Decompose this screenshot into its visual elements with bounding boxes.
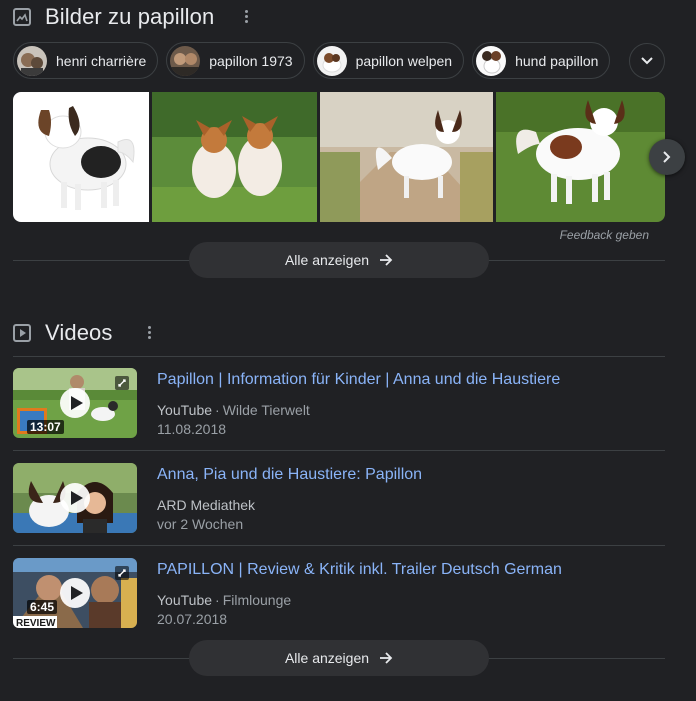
chip-thumbnail (316, 45, 347, 76)
video-thumbnail[interactable]: REVIEW 6:45 (13, 558, 137, 628)
expand-icon (115, 566, 129, 580)
images-section-title: Bilder zu papillon (45, 4, 215, 29)
video-duration: 6:45 (27, 600, 58, 614)
image-result-3[interactable] (319, 92, 493, 222)
videos-section-title: Videos (45, 320, 113, 345)
video-result-3[interactable]: REVIEW 6:45 PAPILLON | Review & Kritik i… (13, 558, 665, 638)
videos-section-header: Videos (13, 317, 112, 349)
chip-papillon-welpen[interactable]: papillon welpen (312, 42, 465, 79)
video-channel: Filmlounge (222, 592, 292, 608)
separator-dot: · (215, 592, 220, 608)
video-title-link[interactable]: Papillon | Information für Kinder | Anna… (157, 371, 560, 389)
image-result-1[interactable] (13, 92, 150, 222)
video-badge: REVIEW (16, 618, 56, 628)
divider (13, 450, 665, 451)
show-all-label: Alle anzeigen (284, 252, 370, 268)
video-platform: ARD Mediathek (157, 497, 256, 513)
related-chips: henri charrière papillon 1973 papillon w… (13, 42, 611, 79)
chevron-down-icon (641, 57, 653, 65)
chip-henri-charriere[interactable]: henri charrière (13, 42, 159, 79)
video-thumbnail[interactable]: 13:07 (13, 368, 137, 438)
chip-label: henri charrière (56, 52, 147, 69)
video-date: vor 2 Wochen (157, 516, 244, 532)
video-duration: 13:07 (27, 420, 64, 434)
show-all-label: Alle anzeigen (284, 650, 370, 666)
chip-label: papillon welpen (355, 52, 453, 69)
chip-thumbnail (17, 45, 47, 76)
image-icon (13, 8, 31, 26)
images-more-options-icon[interactable] (244, 10, 248, 23)
video-source: YouTube · Wilde Tierwelt (157, 402, 310, 418)
video-platform: YouTube (157, 592, 213, 608)
divider (13, 545, 665, 546)
video-icon (13, 324, 31, 342)
video-title-link[interactable]: Anna, Pia und die Haustiere: Papillon (157, 466, 422, 484)
play-icon (60, 483, 90, 513)
video-date: 20.07.2018 (157, 611, 228, 627)
expand-icon (115, 376, 129, 390)
show-all-videos-button[interactable]: Alle anzeigen (189, 640, 489, 676)
feedback-link[interactable]: Feedback geben (560, 228, 649, 242)
image-result-4[interactable] (495, 92, 665, 222)
video-source: YouTube · Filmlounge (157, 592, 291, 608)
divider (13, 356, 665, 357)
next-images-button[interactable] (649, 139, 685, 175)
chip-thumbnail (170, 45, 201, 76)
arrow-right-icon (380, 652, 393, 664)
play-icon (60, 388, 90, 418)
images-section-header: Bilder zu papillon (13, 1, 214, 33)
arrow-right-icon (380, 254, 393, 266)
video-platform: YouTube (157, 402, 213, 418)
expand-chips-button[interactable] (629, 43, 665, 79)
video-result-2[interactable]: Anna, Pia und die Haustiere: Papillon AR… (13, 463, 665, 543)
chip-papillon-1973[interactable]: papillon 1973 (166, 42, 305, 79)
video-title-link[interactable]: PAPILLON | Review & Kritik inkl. Trailer… (157, 561, 562, 579)
chip-thumbnail (476, 45, 507, 76)
show-all-images-button[interactable]: Alle anzeigen (189, 242, 489, 278)
video-date: 11.08.2018 (157, 421, 227, 437)
video-source: ARD Mediathek (157, 497, 255, 513)
chevron-right-icon (663, 151, 671, 163)
separator-dot: · (215, 402, 220, 418)
video-result-1[interactable]: 13:07 Papillon | Information für Kinder … (13, 368, 665, 448)
image-result-2[interactable] (152, 92, 317, 222)
play-icon (60, 578, 90, 608)
chip-label: papillon 1973 (209, 52, 293, 69)
chip-label: hund papillon (515, 52, 599, 69)
video-thumbnail[interactable] (13, 463, 137, 533)
video-channel: Wilde Tierwelt (222, 402, 310, 418)
image-strip (13, 92, 665, 222)
videos-more-options-icon[interactable] (147, 326, 151, 339)
chip-hund-papillon[interactable]: hund papillon (472, 42, 611, 79)
